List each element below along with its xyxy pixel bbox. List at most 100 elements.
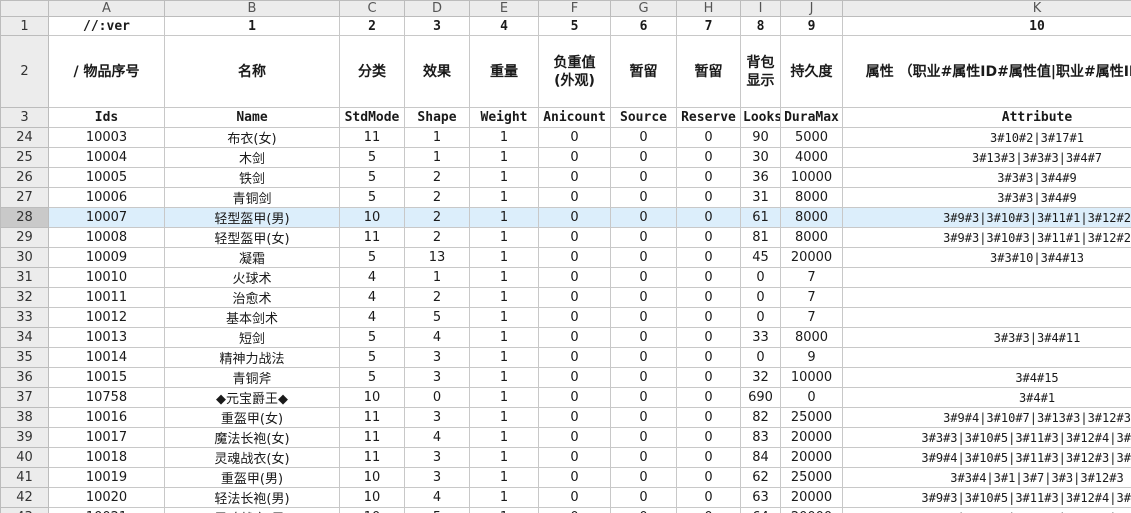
cell-e[interactable]: 1 [469,327,539,348]
cell-c[interactable]: 5 [339,247,405,268]
cell-f[interactable]: 0 [538,507,611,513]
cell-b[interactable]: 凝霜 [164,247,340,268]
header-cell-j[interactable]: 9 [780,16,843,36]
cell-g[interactable]: 0 [610,267,677,288]
cell-h[interactable]: 0 [676,407,741,428]
cell-h[interactable]: 0 [676,467,741,488]
cell-h[interactable]: 0 [676,427,741,448]
cell-c[interactable]: 10 [339,387,405,408]
cell-f[interactable]: 0 [538,207,611,228]
row-number[interactable]: 26 [0,167,49,188]
cell-c[interactable]: 10 [339,507,405,513]
cell-b[interactable]: 重盔甲(女) [164,407,340,428]
cell-a[interactable]: 10018 [48,447,165,468]
header-cell-i[interactable]: 背包 显示 [740,35,781,108]
header-cell-g[interactable]: Source [610,107,677,128]
cell-c[interactable]: 5 [339,167,405,188]
header-cell-c[interactable]: StdMode [339,107,405,128]
header-cell-a[interactable]: //:ver [48,16,165,36]
cell-e[interactable]: 1 [469,487,539,508]
cell-h[interactable]: 0 [676,487,741,508]
header-cell-j[interactable]: DuraMax [780,107,843,128]
cell-d[interactable]: 3 [404,407,470,428]
cell-c[interactable]: 5 [339,147,405,168]
header-cell-i[interactable]: 8 [740,16,781,36]
cell-k[interactable]: 3#10#2|3#17#1 [842,127,1131,148]
cell-h[interactable]: 0 [676,507,741,513]
cell-i[interactable]: 82 [740,407,781,428]
cell-d[interactable]: 5 [404,507,470,513]
cell-f[interactable]: 0 [538,147,611,168]
cell-k[interactable]: 3#13#3|3#3#3|3#4#7 [842,147,1131,168]
row-number[interactable]: 3 [0,107,49,128]
header-cell-k[interactable]: 属性 （职业#属性ID#属性值|职业#属性ID#属性值） [842,35,1131,108]
cell-a[interactable]: 10004 [48,147,165,168]
cell-j[interactable]: 7 [780,267,843,288]
header-cell-d[interactable]: 3 [404,16,470,36]
cell-e[interactable]: 1 [469,147,539,168]
cell-c[interactable]: 10 [339,467,405,488]
cell-f[interactable]: 0 [538,407,611,428]
cell-c[interactable]: 11 [339,227,405,248]
cell-b[interactable]: 基本剑术 [164,307,340,328]
cell-g[interactable]: 0 [610,427,677,448]
row-number[interactable]: 28 [0,207,49,228]
cell-f[interactable]: 0 [538,187,611,208]
cell-k[interactable] [842,307,1131,328]
column-header-f[interactable]: F [538,0,611,17]
header-cell-i[interactable]: Looks [740,107,781,128]
cell-k[interactable] [842,267,1131,288]
cell-i[interactable]: 31 [740,187,781,208]
header-cell-e[interactable]: 重量 [469,35,539,108]
cell-j[interactable]: 20000 [780,247,843,268]
cell-i[interactable]: 0 [740,307,781,328]
header-cell-b[interactable]: 1 [164,16,340,36]
cell-f[interactable]: 0 [538,347,611,368]
row-number[interactable]: 36 [0,367,49,388]
cell-j[interactable]: 4000 [780,147,843,168]
row-number[interactable]: 35 [0,347,49,368]
cell-c[interactable]: 11 [339,127,405,148]
cell-d[interactable]: 3 [404,447,470,468]
cell-j[interactable]: 5000 [780,127,843,148]
cell-e[interactable]: 1 [469,127,539,148]
cell-d[interactable]: 1 [404,147,470,168]
cell-i[interactable]: 64 [740,507,781,513]
cell-k[interactable]: 3#3#3|3#10#5|3#11#3|3#12#4|3#8#2 [842,427,1131,448]
row-number[interactable]: 41 [0,467,49,488]
row-number[interactable]: 1 [0,16,49,36]
cell-g[interactable]: 0 [610,187,677,208]
row-number[interactable]: 42 [0,487,49,508]
cell-d[interactable]: 13 [404,247,470,268]
cell-a[interactable]: 10020 [48,487,165,508]
cell-c[interactable]: 5 [339,327,405,348]
cell-j[interactable]: 7 [780,307,843,328]
cell-d[interactable]: 1 [404,267,470,288]
cell-e[interactable]: 1 [469,407,539,428]
cell-a[interactable]: 10021 [48,507,165,513]
row-number[interactable]: 2 [0,35,49,108]
cell-d[interactable]: 5 [404,307,470,328]
row-number[interactable]: 29 [0,227,49,248]
cell-h[interactable]: 0 [676,327,741,348]
cell-c[interactable]: 5 [339,367,405,388]
cell-k[interactable]: 3#4#15 [842,367,1131,388]
header-cell-c[interactable]: 分类 [339,35,405,108]
cell-j[interactable]: 10000 [780,367,843,388]
cell-h[interactable]: 0 [676,147,741,168]
cell-f[interactable]: 0 [538,307,611,328]
cell-b[interactable]: 轻型盔甲(男) [164,207,340,228]
cell-d[interactable]: 3 [404,367,470,388]
cell-h[interactable]: 0 [676,127,741,148]
cell-b[interactable]: 铁剑 [164,167,340,188]
cell-e[interactable]: 1 [469,427,539,448]
header-cell-a[interactable]: / 物品序号 [48,35,165,108]
cell-e[interactable]: 1 [469,307,539,328]
cell-i[interactable]: 83 [740,427,781,448]
cell-g[interactable]: 0 [610,367,677,388]
cell-k[interactable]: 3#9#3|3#10#3|3#11#1|3#12#2 [842,227,1131,248]
cell-k[interactable]: 3#9#3|3#10#3|3#11#1|3#12#2 [842,207,1131,228]
cell-k[interactable]: 3#9#3|3#10#5|3#11#3|3#12#4|3#8#2 [842,487,1131,508]
cell-d[interactable]: 4 [404,427,470,448]
row-number[interactable]: 33 [0,307,49,328]
